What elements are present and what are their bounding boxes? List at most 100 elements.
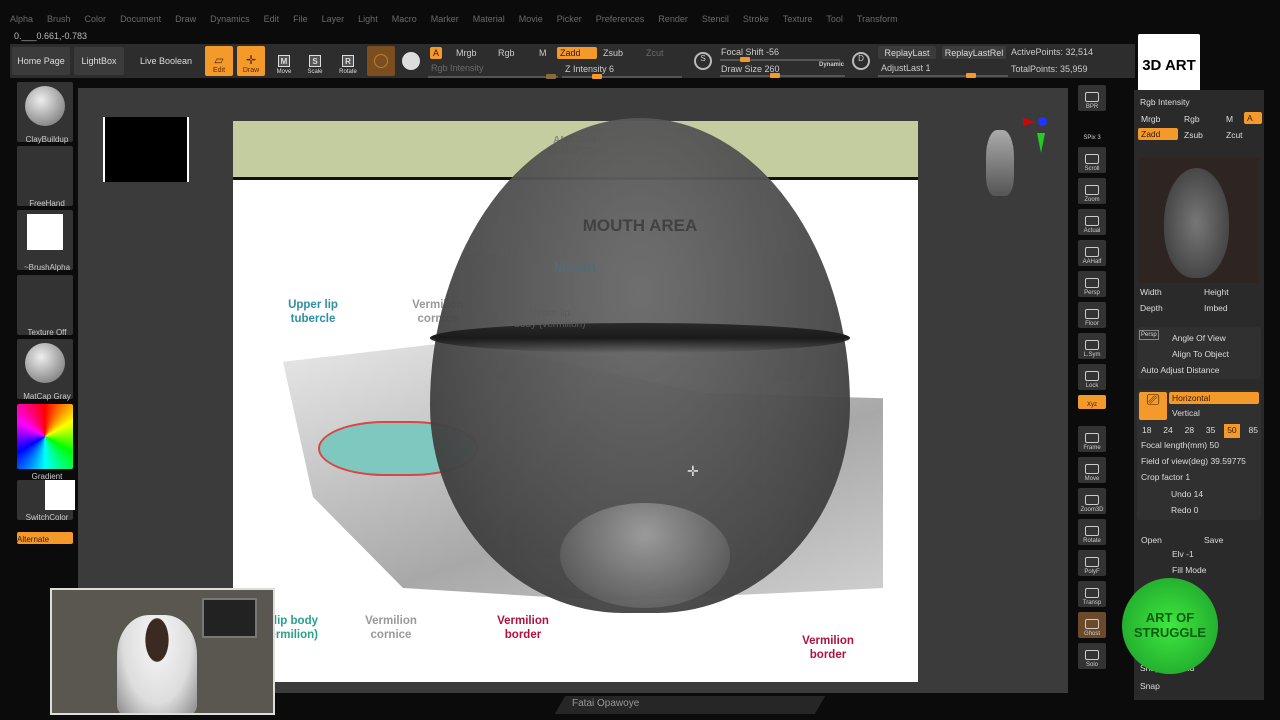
- menu-item-macro[interactable]: Macro: [392, 14, 417, 28]
- scale-button[interactable]: S Scale: [303, 49, 327, 75]
- focal-preset-24[interactable]: 24: [1160, 424, 1175, 438]
- home-page-button[interactable]: Home Page: [12, 47, 70, 75]
- l-sym-button[interactable]: L.Sym: [1078, 333, 1106, 359]
- mrgb-toggle[interactable]: Mrgb: [453, 47, 480, 59]
- menu-item-render[interactable]: Render: [658, 14, 688, 28]
- align-to-object-button[interactable]: Align To Object: [1172, 349, 1229, 359]
- navigator-thumbnail[interactable]: [103, 117, 189, 182]
- lock-button[interactable]: Lock: [1078, 364, 1106, 390]
- depth-slider[interactable]: Depth: [1140, 303, 1163, 313]
- move-button[interactable]: Move: [1078, 457, 1106, 483]
- menu-item-document[interactable]: Document: [120, 14, 161, 28]
- shelf-matcapgray[interactable]: MatCap Gray: [17, 339, 73, 401]
- menu-item-alpha[interactable]: Alpha: [10, 14, 33, 28]
- tray-mrgb-toggle[interactable]: Mrgb: [1141, 114, 1160, 124]
- menu-item-material[interactable]: Material: [473, 14, 505, 28]
- dynamic-toggle[interactable]: Dynamic: [816, 61, 847, 69]
- zadd-toggle[interactable]: Zadd: [557, 47, 597, 59]
- scroll-button[interactable]: Scroll: [1078, 147, 1106, 173]
- draw-size-slider[interactable]: [720, 73, 845, 78]
- focal-preset-18[interactable]: 18: [1139, 424, 1154, 438]
- a-toggle[interactable]: A: [430, 47, 443, 59]
- save-button[interactable]: Save: [1204, 535, 1223, 545]
- persp-button[interactable]: Persp: [1078, 271, 1106, 297]
- orientation-head-gizmo-icon[interactable]: [986, 130, 1014, 196]
- shelf-claybuildup[interactable]: ClayBuildup: [17, 82, 73, 144]
- height-slider[interactable]: Height: [1204, 287, 1229, 297]
- rotate-button[interactable]: Rotate: [1078, 519, 1106, 545]
- solo-button[interactable]: Solo: [1078, 643, 1106, 669]
- menu-item-brush[interactable]: Brush: [47, 14, 71, 28]
- aahalf-button[interactable]: AAHalf: [1078, 240, 1106, 266]
- floor-button[interactable]: Floor: [1078, 302, 1106, 328]
- shelf-alternate[interactable]: Alternate: [17, 532, 73, 544]
- ghost-button[interactable]: Ghost: [1078, 612, 1106, 638]
- lazy-mouse-s-icon[interactable]: S: [694, 52, 712, 70]
- tray-zcut-toggle[interactable]: Zcut: [1226, 130, 1243, 140]
- crop-factor-slider[interactable]: Crop factor 1: [1141, 472, 1190, 482]
- focal-preset-50[interactable]: 50: [1224, 424, 1240, 438]
- field-of-view-slider[interactable]: Field of view(deg) 39.59775: [1141, 456, 1246, 466]
- menu-item-layer[interactable]: Layer: [322, 14, 345, 28]
- angle-of-view-slider[interactable]: Angle Of View: [1172, 333, 1226, 343]
- material-swatch-button[interactable]: [367, 46, 395, 76]
- tray-rgb-toggle[interactable]: Rgb: [1184, 114, 1200, 124]
- menu-item-picker[interactable]: Picker: [557, 14, 582, 28]
- menu-item-stencil[interactable]: Stencil: [702, 14, 729, 28]
- shelf-brushalpha[interactable]: ~BrushAlpha: [17, 210, 73, 272]
- width-slider[interactable]: Width: [1140, 287, 1162, 297]
- menu-item-preferences[interactable]: Preferences: [596, 14, 645, 28]
- redo-button[interactable]: Redo 0: [1171, 505, 1198, 515]
- shelf-textureoff[interactable]: Texture Off: [17, 275, 73, 337]
- frame-button[interactable]: Frame: [1078, 426, 1106, 452]
- spix-3-button[interactable]: SPix 3: [1078, 116, 1106, 142]
- rgb-toggle[interactable]: Rgb: [495, 47, 518, 59]
- camera-icon[interactable]: ⎚: [1139, 392, 1167, 420]
- snap-button[interactable]: Snap: [1140, 681, 1160, 691]
- focal-preset-28[interactable]: 28: [1182, 424, 1197, 438]
- z-intensity-slider[interactable]: [562, 74, 682, 79]
- live-boolean-button[interactable]: Live Boolean: [128, 47, 204, 75]
- menu-item-color[interactable]: Color: [85, 14, 107, 28]
- menu-item-draw[interactable]: Draw: [175, 14, 196, 28]
- rgb-intensity-slider[interactable]: [428, 74, 558, 79]
- tray-a-toggle[interactable]: A: [1244, 112, 1262, 124]
- horizontal-toggle[interactable]: Horizontal: [1169, 392, 1259, 404]
- shelf-freehand[interactable]: FreeHand: [17, 146, 73, 208]
- auto-adjust-distance-button[interactable]: Auto Adjust Distance: [1141, 365, 1219, 375]
- shelf-gradient[interactable]: Gradient: [17, 404, 73, 481]
- menu-item-file[interactable]: File: [293, 14, 308, 28]
- imbed-slider[interactable]: Imbed: [1204, 303, 1228, 313]
- menu-item-texture[interactable]: Texture: [783, 14, 813, 28]
- menu-item-stroke[interactable]: Stroke: [743, 14, 769, 28]
- edit-button[interactable]: ▱ Edit: [205, 46, 233, 76]
- persp-button[interactable]: Persp: [1139, 330, 1159, 340]
- menu-item-light[interactable]: Light: [358, 14, 378, 28]
- open-button[interactable]: Open: [1141, 535, 1162, 545]
- xyz-button[interactable]: Xyz: [1078, 395, 1106, 409]
- menu-item-dynamics[interactable]: Dynamics: [210, 14, 250, 28]
- menu-item-movie[interactable]: Movie: [519, 14, 543, 28]
- shelf-switchcolor[interactable]: SwitchColor: [17, 480, 75, 522]
- lazy-mouse-d-icon[interactable]: D: [852, 52, 870, 70]
- replay-last-rel-button[interactable]: ReplayLastRel: [942, 46, 1006, 59]
- tool-thumbnail[interactable]: [1139, 158, 1259, 283]
- m-toggle[interactable]: M: [536, 47, 550, 59]
- zoom3d-button[interactable]: Zoom3D: [1078, 488, 1106, 514]
- focal-preset-85[interactable]: 85: [1245, 424, 1260, 438]
- adjust-last-slider[interactable]: [878, 73, 1008, 78]
- elevation-slider[interactable]: Elv -1: [1172, 549, 1194, 559]
- vertical-toggle[interactable]: Vertical: [1172, 408, 1200, 418]
- zcut-toggle[interactable]: Zcut: [643, 47, 667, 59]
- focal-length-slider[interactable]: Focal length(mm) 50: [1141, 440, 1219, 450]
- zoom-button[interactable]: Zoom: [1078, 178, 1106, 204]
- rotate-button[interactable]: R Rotate: [336, 49, 360, 75]
- menu-item-transform[interactable]: Transform: [857, 14, 898, 28]
- fill-mode-button[interactable]: Fill Mode: [1172, 565, 1206, 575]
- move-button[interactable]: M Move: [272, 49, 296, 75]
- draw-button[interactable]: ✛ Draw: [237, 46, 265, 76]
- lightbox-button[interactable]: LightBox: [74, 47, 124, 75]
- replay-last-button[interactable]: ReplayLast: [878, 46, 936, 59]
- zsub-toggle[interactable]: Zsub: [600, 47, 626, 59]
- tray-m-toggle[interactable]: M: [1226, 114, 1233, 124]
